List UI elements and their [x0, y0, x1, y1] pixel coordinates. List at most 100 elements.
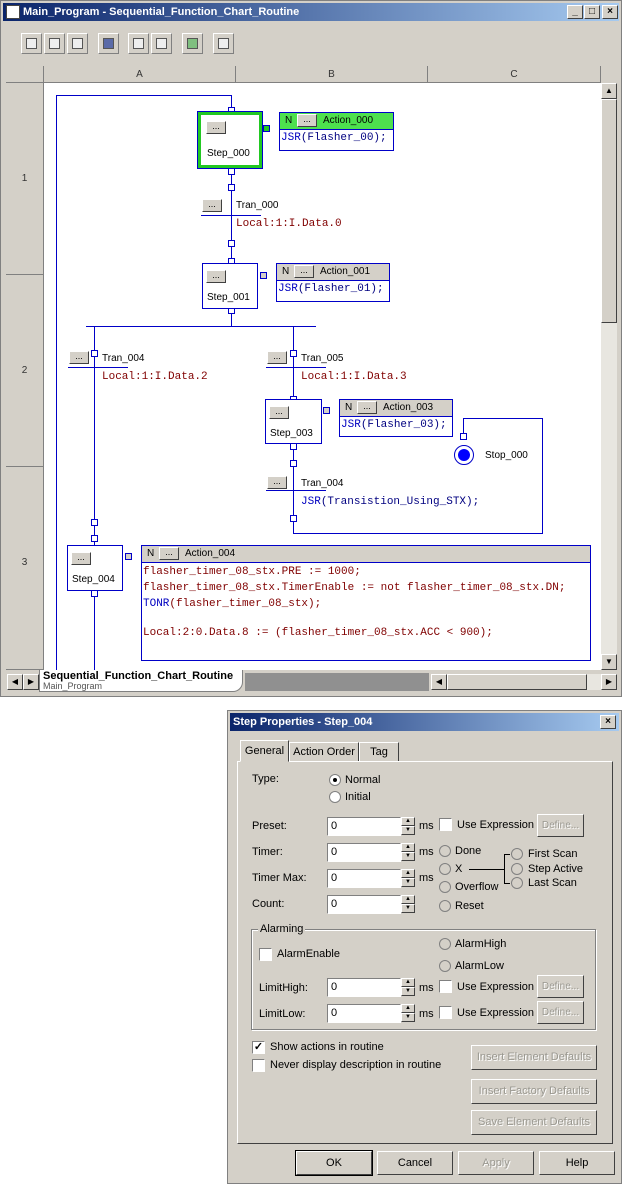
sfc-canvas[interactable]: A B C 1 2 3 ... Step_000 N ... Action_00… — [6, 66, 601, 670]
connector-pin[interactable] — [228, 184, 235, 191]
connector-pin[interactable] — [91, 519, 98, 526]
tran-000-browse-button[interactable]: ... — [202, 199, 222, 212]
action-004-line[interactable]: Local:2:0.Data.8 := (flasher_timer_08_st… — [143, 627, 493, 639]
action-001-code[interactable]: JSR(Flasher_01); — [278, 283, 384, 295]
ok-button[interactable]: OK — [295, 1150, 373, 1176]
timer-spinner[interactable]: ▲ ▼ — [401, 843, 415, 862]
preset-input[interactable]: 0 — [327, 817, 401, 836]
show-actions-checkbox[interactable]: ✓ — [252, 1041, 265, 1054]
timer-input[interactable]: 0 — [327, 843, 401, 862]
tran-004-browse-button[interactable]: ... — [69, 351, 89, 364]
action-003-browse-button[interactable]: ... — [357, 401, 377, 414]
action-004-line[interactable]: flasher_timer_08_stx.PRE := 1000; — [143, 566, 361, 578]
action-001[interactable]: N ... Action_001 JSR(Flasher_01); — [276, 263, 390, 302]
step-001-browse-button[interactable]: ... — [206, 270, 226, 283]
step-000[interactable]: ... Step_000 — [197, 111, 263, 169]
action-collapse-pin[interactable] — [323, 407, 330, 414]
connector-pin[interactable] — [228, 240, 235, 247]
alarm-enable-checkbox[interactable] — [259, 948, 272, 961]
toolbar-view-sheet-icon[interactable] — [151, 33, 172, 54]
close-button[interactable]: × — [602, 5, 618, 19]
step-003-browse-button[interactable]: ... — [269, 406, 289, 419]
action-004-browse-button[interactable]: ... — [159, 547, 179, 560]
count-spinner[interactable]: ▲ ▼ — [401, 895, 415, 914]
editor-title-bar[interactable]: Main_Program - Sequential_Function_Chart… — [3, 3, 619, 21]
timer-max-input[interactable]: 0 — [327, 869, 401, 888]
connector-pin[interactable] — [290, 515, 297, 522]
toolbar-add-step-icon[interactable] — [21, 33, 42, 54]
save-element-defaults-button[interactable]: Save Element Defaults — [471, 1110, 597, 1135]
connector-pin[interactable] — [290, 460, 297, 467]
timer-max-spinner[interactable]: ▲ ▼ — [401, 869, 415, 888]
toolbar-add-action-icon[interactable] — [67, 33, 88, 54]
vertical-scrollbar[interactable]: ▲ ▼ — [601, 83, 617, 670]
connector-pin[interactable] — [290, 350, 297, 357]
horizontal-scrollbar[interactable]: ◀ ▶ — [431, 674, 617, 690]
connector-pin[interactable] — [91, 590, 98, 597]
scroll-right-button[interactable]: ▶ — [601, 674, 617, 690]
apply-button[interactable]: Apply — [458, 1151, 534, 1175]
stop-000-icon[interactable] — [454, 445, 474, 465]
scroll-down-button[interactable]: ▼ — [601, 654, 617, 670]
tab-tag[interactable]: Tag — [359, 742, 399, 762]
connector-pin[interactable] — [91, 350, 98, 357]
step-001[interactable]: ... Step_001 — [202, 263, 258, 309]
tran-005-browse-button[interactable]: ... — [267, 351, 287, 364]
limit-high-input[interactable]: 0 — [327, 978, 401, 997]
tab-general[interactable]: General — [240, 740, 289, 762]
toolbar-branch-icon[interactable] — [182, 33, 203, 54]
tran-004b-browse-button[interactable]: ... — [267, 476, 287, 489]
toolbar-stop-icon[interactable] — [213, 33, 234, 54]
action-004[interactable]: N ... Action_004 flasher_timer_08_stx.PR… — [141, 545, 591, 661]
action-collapse-pin[interactable] — [125, 553, 132, 560]
limit-low-spinner[interactable]: ▲ ▼ — [401, 1004, 415, 1023]
action-004-line[interactable]: TONR(flasher_timer_08_stx); — [143, 598, 321, 610]
type-initial-radio[interactable] — [329, 791, 341, 803]
cancel-button[interactable]: Cancel — [377, 1151, 453, 1175]
limit-low-use-expression-checkbox[interactable] — [439, 1006, 452, 1019]
tran-000-condition[interactable]: Local:1:I.Data.0 — [236, 218, 342, 230]
action-003-code[interactable]: JSR(Flasher_03); — [341, 419, 447, 431]
step-000-browse-button[interactable]: ... — [206, 121, 226, 134]
connector-pin[interactable] — [228, 168, 235, 175]
tran-004b-condition[interactable]: JSR(Transistion_Using_STX); — [301, 496, 479, 508]
insert-element-defaults-button[interactable]: Insert Element Defaults — [471, 1045, 597, 1070]
action-000-browse-button[interactable]: ... — [297, 114, 317, 127]
connector-pin[interactable] — [91, 535, 98, 542]
tab-action-order[interactable]: Action Order — [289, 742, 359, 762]
scroll-up-button[interactable]: ▲ — [601, 83, 617, 99]
tab-scroll-left-button[interactable]: ◀ — [7, 674, 23, 690]
step-004-browse-button[interactable]: ... — [71, 552, 91, 565]
routine-tab[interactable]: Sequential_Function_Chart_Routine Main_P… — [39, 670, 243, 692]
preset-define-button[interactable]: Define... — [537, 814, 584, 837]
connector-pin[interactable] — [460, 433, 467, 440]
help-button[interactable]: Help — [539, 1151, 615, 1175]
never-display-checkbox[interactable] — [252, 1059, 265, 1072]
action-collapse-pin[interactable] — [260, 272, 267, 279]
minimize-button[interactable]: _ — [567, 5, 583, 19]
toolbar-add-transition-icon[interactable] — [44, 33, 65, 54]
vertical-scroll-thumb[interactable] — [601, 99, 617, 323]
insert-factory-defaults-button[interactable]: Insert Factory Defaults — [471, 1079, 597, 1104]
dialog-title-bar[interactable]: Step Properties - Step_004 — [230, 713, 619, 731]
step-004[interactable]: ... Step_004 — [67, 545, 123, 591]
action-003[interactable]: N ... Action_003 JSR(Flasher_03); — [339, 399, 453, 437]
action-collapse-pin[interactable] — [263, 125, 270, 132]
toolbar-view-grid-icon[interactable] — [128, 33, 149, 54]
limit-high-define-button[interactable]: Define... — [537, 975, 584, 998]
action-001-browse-button[interactable]: ... — [294, 265, 314, 278]
step-003[interactable]: ... Step_003 — [265, 399, 322, 444]
scroll-left-button[interactable]: ◀ — [431, 674, 447, 690]
tab-scroll-right-button[interactable]: ▶ — [23, 674, 39, 690]
tran-004-condition[interactable]: Local:1:I.Data.2 — [102, 371, 208, 383]
connector-pin[interactable] — [290, 443, 297, 450]
preset-spinner[interactable]: ▲ ▼ — [401, 817, 415, 836]
toolbar-verify-icon[interactable] — [98, 33, 119, 54]
type-normal-radio[interactable] — [329, 774, 341, 786]
action-004-line[interactable]: flasher_timer_08_stx.TimerEnable := not … — [143, 582, 565, 594]
preset-use-expression-checkbox[interactable] — [439, 818, 452, 831]
horizontal-scroll-thumb[interactable] — [447, 674, 587, 690]
dialog-close-button[interactable]: × — [600, 715, 616, 729]
tran-005-condition[interactable]: Local:1:I.Data.3 — [301, 371, 407, 383]
limit-low-define-button[interactable]: Define... — [537, 1001, 584, 1024]
